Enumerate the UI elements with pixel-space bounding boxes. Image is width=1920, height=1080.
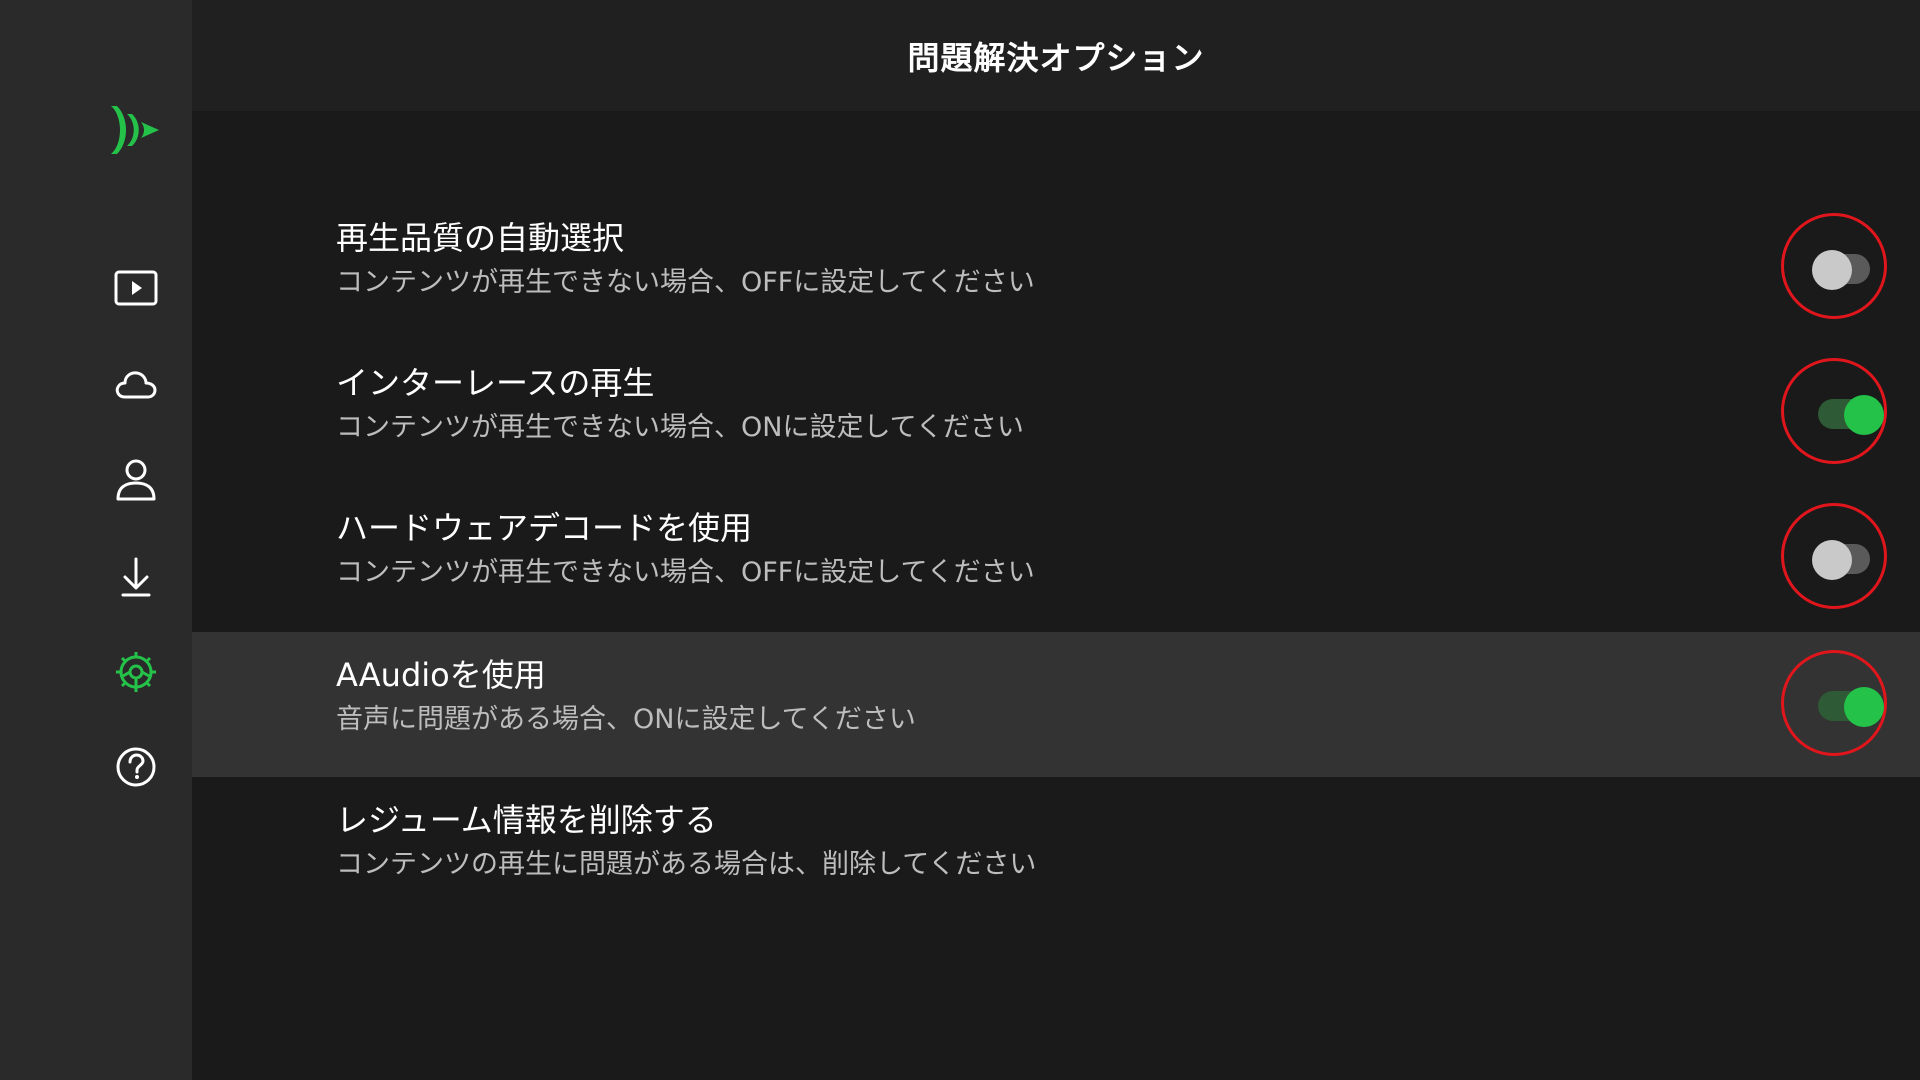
option-title: レジューム情報を削除する — [336, 801, 717, 839]
sidebar-item-account[interactable] — [106, 449, 166, 509]
options-list: 再生品質の自動選択 コンテンツが再生できない場合、OFFに設定してください イン… — [192, 111, 1920, 1080]
sidebar-item-help[interactable] — [106, 737, 166, 797]
cloud-icon — [115, 371, 157, 399]
highlight-circle — [1781, 213, 1887, 319]
sidebar-item-download[interactable] — [106, 547, 166, 607]
toggle-knob — [1812, 540, 1852, 580]
page-title: 問題解決オプション — [907, 38, 1205, 77]
sidebar — [0, 0, 192, 1080]
highlight-circle — [1781, 503, 1887, 609]
option-description: コンテンツの再生に問題がある場合は、削除してください — [336, 849, 1037, 880]
option-description: 音声に問題がある場合、ONに設定してください — [336, 704, 916, 735]
hardware-decode-toggle[interactable] — [1812, 540, 1870, 580]
option-description: コンテンツが再生できない場合、OFFに設定してください — [336, 267, 1035, 298]
sidebar-item-settings[interactable] — [106, 642, 166, 702]
option-title: AAudioを使用 — [336, 656, 546, 694]
person-icon — [116, 459, 156, 501]
play-icon — [114, 270, 158, 306]
app-window: 問題解決オプション 再生品質の自動選択 コンテンツが再生できない場合、OFFに設… — [0, 0, 1920, 1080]
page-header: 問題解決オプション — [192, 0, 1920, 111]
option-delete-resume-info[interactable]: レジューム情報を削除する コンテンツの再生に問題がある場合は、削除してください — [192, 777, 1920, 922]
toggle-knob — [1812, 250, 1852, 290]
sidebar-item-cloud[interactable] — [106, 355, 166, 415]
app-logo-icon — [107, 100, 163, 160]
option-title: インターレースの再生 — [336, 364, 655, 402]
highlight-circle — [1781, 358, 1887, 464]
help-icon — [116, 747, 156, 787]
toggle-knob — [1844, 687, 1884, 727]
interlace-toggle[interactable] — [1818, 395, 1884, 435]
sidebar-item-video[interactable] — [106, 258, 166, 318]
auto-quality-toggle[interactable] — [1812, 250, 1870, 290]
option-aaudio[interactable]: AAudioを使用 音声に問題がある場合、ONに設定してください — [192, 632, 1920, 777]
option-title: ハードウェアデコードを使用 — [336, 509, 753, 547]
option-description: コンテンツが再生できない場合、OFFに設定してください — [336, 557, 1035, 588]
download-icon — [121, 557, 151, 597]
option-hardware-decode[interactable]: ハードウェアデコードを使用 コンテンツが再生できない場合、OFFに設定してくださ… — [192, 485, 1920, 630]
option-title: 再生品質の自動選択 — [336, 219, 625, 257]
highlight-circle — [1781, 650, 1887, 756]
toggle-knob — [1844, 395, 1884, 435]
aaudio-toggle[interactable] — [1818, 687, 1884, 727]
option-auto-quality[interactable]: 再生品質の自動選択 コンテンツが再生できない場合、OFFに設定してください — [192, 195, 1920, 340]
settings-icon — [116, 652, 156, 692]
option-interlace-playback[interactable]: インターレースの再生 コンテンツが再生できない場合、ONに設定してください — [192, 340, 1920, 485]
option-description: コンテンツが再生できない場合、ONに設定してください — [336, 412, 1024, 443]
